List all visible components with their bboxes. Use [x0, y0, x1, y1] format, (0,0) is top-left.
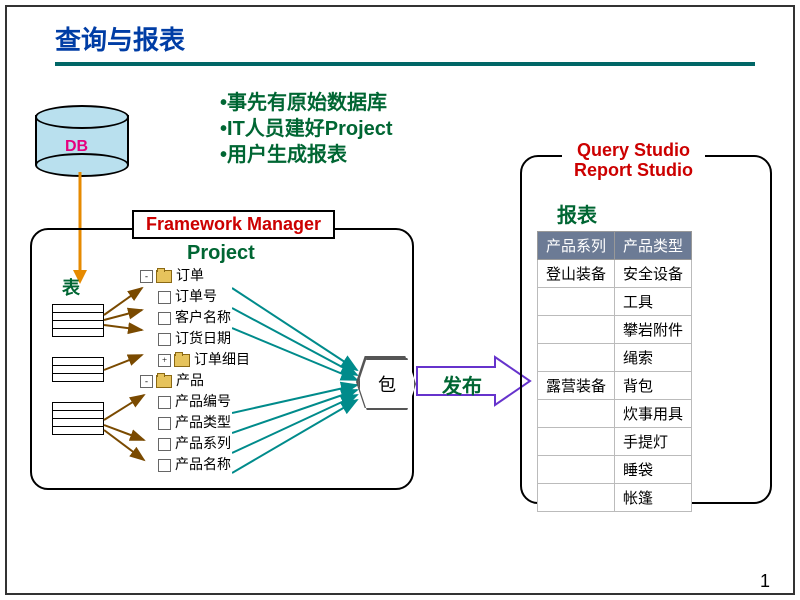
page-number: 1: [760, 571, 770, 592]
column-header: 产品系列: [538, 232, 615, 260]
database-label: DB: [65, 138, 88, 156]
table-row: 绳索: [538, 344, 692, 372]
column-header: 产品类型: [615, 232, 692, 260]
table-header-row: 产品系列 产品类型: [538, 232, 692, 260]
mini-table-icon: [52, 304, 104, 337]
tree-folder-products: -产品: [140, 371, 250, 392]
bullet-list: •事先有原始数据库 •IT人员建好Project •用户生成报表: [220, 90, 393, 168]
slide-title: 查询与报表: [55, 20, 185, 57]
project-label: Project: [187, 242, 255, 265]
arrows-tree-to-package: [232, 270, 372, 490]
table-row: 帐篷: [538, 484, 692, 512]
mini-tables-group: [52, 304, 104, 455]
tree-item: 产品系列: [140, 434, 250, 455]
framework-manager-box: Framework Manager Project 表 -订单 订单号 客户名称…: [30, 228, 414, 490]
project-tree: -订单 订单号 客户名称 订货日期 +订单细目 -产品 产品编号 产品类型 产品…: [140, 266, 250, 476]
bullet-item: •IT人员建好Project: [220, 116, 393, 142]
bullet-item: •用户生成报表: [220, 142, 393, 168]
tree-item: 产品编号: [140, 392, 250, 413]
framework-manager-title: Framework Manager: [132, 210, 335, 239]
tree-item: 订单号: [140, 287, 250, 308]
table-row: 炊事用具: [538, 400, 692, 428]
tree-item: 产品类型: [140, 413, 250, 434]
tree-folder-details: +订单细目: [140, 350, 250, 371]
report-studio-box: Query StudioReport Studio 报表 产品系列 产品类型 登…: [520, 155, 772, 504]
table-row: 露营装备背包: [538, 372, 692, 400]
table-row: 工具: [538, 288, 692, 316]
tree-item: 客户名称: [140, 308, 250, 329]
table-row: 睡袋: [538, 456, 692, 484]
title-underline: [55, 62, 755, 66]
table-row: 登山装备安全设备: [538, 260, 692, 288]
mini-table-icon: [52, 402, 104, 435]
package-box: 包: [358, 358, 416, 410]
table-row: 攀岩附件: [538, 316, 692, 344]
tree-folder-orders: -订单: [140, 266, 250, 287]
table-label: 表: [62, 274, 80, 300]
table-row: 手提灯: [538, 428, 692, 456]
publish-label: 发布: [442, 370, 482, 399]
report-table: 产品系列 产品类型 登山装备安全设备 工具 攀岩附件 绳索 露营装备背包 炊事用…: [537, 231, 692, 512]
report-label: 报表: [557, 199, 597, 228]
report-studio-title: Query StudioReport Studio: [562, 139, 705, 183]
bullet-item: •事先有原始数据库: [220, 90, 393, 116]
mini-table-icon: [52, 357, 104, 382]
tree-item: 订货日期: [140, 329, 250, 350]
tree-item: 产品名称: [140, 455, 250, 476]
